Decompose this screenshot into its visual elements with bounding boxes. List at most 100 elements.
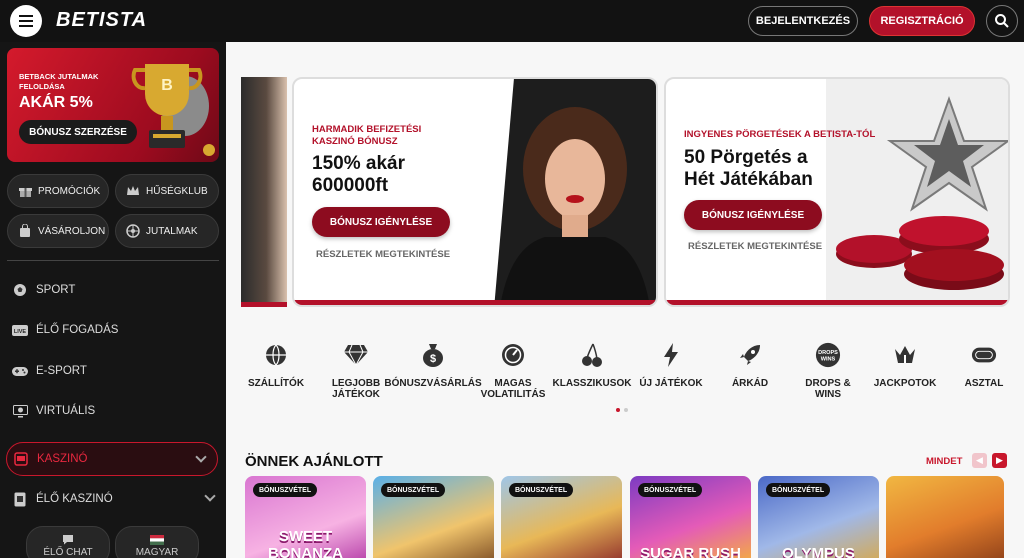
banner-card-deposit-bonus[interactable]: HARMADIK BEFIZETÉSI KASZINÓ BÓNUSZ 150% … bbox=[292, 77, 658, 307]
svg-text:LIVE: LIVE bbox=[14, 329, 27, 335]
cards-icon bbox=[12, 491, 28, 507]
bonus-buy-badge: BÓNUSZVÉTEL bbox=[509, 483, 574, 497]
game-tile[interactable]: BÓNUSZVÉTEL SWEET BONANZA bbox=[245, 476, 366, 558]
promotions-button[interactable]: PROMÓCIÓK bbox=[7, 174, 109, 208]
gamepad-icon bbox=[12, 363, 28, 379]
login-button[interactable]: BEJELENTKEZÉS bbox=[748, 6, 858, 36]
category-new-games[interactable]: ÚJ JÁTÉKOK bbox=[635, 342, 707, 389]
chat-icon bbox=[63, 535, 73, 545]
category-label: ÁRKÁD bbox=[731, 378, 769, 389]
details-link[interactable]: RÉSZLETEK MEGTEKINTÉSE bbox=[688, 241, 822, 252]
category-bonus-buy[interactable]: $ BÓNUSZVÁSÁRLÁS bbox=[384, 342, 482, 389]
rocket-icon bbox=[737, 342, 763, 368]
sidebar-item-label: E-SPORT bbox=[36, 365, 87, 377]
promo-small-text: BETBACK JUTALMAK FELOLDÁSA bbox=[19, 72, 99, 91]
virtual-icon bbox=[12, 403, 28, 419]
category-label: JACKPOTOK bbox=[873, 378, 937, 389]
banner-card-partial[interactable] bbox=[241, 77, 287, 307]
wheel-icon bbox=[126, 224, 140, 238]
language-button[interactable]: MAGYAR bbox=[115, 526, 199, 558]
sidebar-item-casino[interactable]: KASZINÓ bbox=[6, 442, 218, 476]
logo[interactable]: BETISTA bbox=[56, 9, 147, 32]
gift-icon bbox=[18, 184, 32, 198]
carousel-dots bbox=[616, 408, 628, 412]
carousel-dot-active[interactable] bbox=[616, 408, 620, 412]
game-tile[interactable]: BÓNUSZVÉTEL SUGAR RUSH bbox=[630, 476, 751, 558]
see-all-link[interactable]: MINDET bbox=[926, 456, 962, 467]
category-arcade[interactable]: ÁRKÁD bbox=[714, 342, 786, 389]
table-icon bbox=[971, 342, 997, 368]
game-tile[interactable]: BÓNUSZVÉTEL bbox=[501, 476, 622, 558]
shop-label: VÁSÁROLJON bbox=[38, 225, 106, 237]
banner-woman-image bbox=[500, 107, 650, 305]
banner-pre-title: HARMADIK BEFIZETÉSI KASZINÓ BÓNUSZ bbox=[312, 124, 422, 147]
top-bar: BETISTA BEJELENTKEZÉS REGISZTRÁCIÓ bbox=[0, 0, 1024, 42]
register-button[interactable]: REGISZTRÁCIÓ bbox=[869, 6, 975, 36]
category-providers[interactable]: SZÁLLÍTÓK bbox=[240, 342, 312, 389]
shop-button[interactable]: VÁSÁROLJON bbox=[7, 214, 109, 248]
category-top-games[interactable]: LEGJOBB JÁTÉKOK bbox=[320, 342, 392, 400]
game-tile[interactable]: BÓNUSZVÉTEL bbox=[373, 476, 494, 558]
money-bag-icon: $ bbox=[420, 342, 446, 368]
carousel-dot[interactable] bbox=[624, 408, 628, 412]
globe-icon bbox=[263, 342, 289, 368]
chevron-down-icon bbox=[204, 490, 216, 502]
svg-text:B: B bbox=[161, 77, 173, 94]
betback-promo-banner[interactable]: BETBACK JUTALMAK FELOLDÁSA AKÁR 5% BÓNUS… bbox=[7, 48, 219, 162]
chevron-left-icon: ◀ bbox=[976, 455, 983, 465]
gauge-icon bbox=[500, 342, 526, 368]
sidebar-item-sport[interactable]: SPORT bbox=[0, 273, 226, 307]
bonus-buy-badge: BÓNUSZVÉTEL bbox=[381, 483, 446, 497]
category-jackpots[interactable]: JACKPOTOK bbox=[869, 342, 941, 389]
sidebar: BETBACK JUTALMAK FELOLDÁSA AKÁR 5% BÓNUS… bbox=[0, 42, 226, 558]
category-classics[interactable]: KLASSZIKUSOK bbox=[553, 342, 631, 389]
chevron-down-icon bbox=[195, 451, 207, 463]
category-high-volatility[interactable]: MAGAS VOLATILITÁS bbox=[477, 342, 549, 400]
game-title: SWEET BONANZA bbox=[268, 528, 343, 558]
svg-text:$: $ bbox=[430, 353, 436, 365]
claim-bonus-button[interactable]: BÓNUSZ IGÉNYLÉSE bbox=[312, 207, 450, 237]
banner-pre-title: INGYENES PÖRGETÉSEK A BETISTA-TÓL bbox=[684, 129, 876, 140]
game-tile[interactable]: BÓNUSZVÉTEL OLYMPUS bbox=[758, 476, 879, 558]
svg-text:DROPS: DROPS bbox=[818, 350, 838, 356]
bonus-buy-badge: BÓNUSZVÉTEL bbox=[253, 483, 318, 497]
banner-title-line2: 600000ft bbox=[312, 175, 389, 196]
rewards-button[interactable]: JUTALMAK bbox=[115, 214, 219, 248]
category-drops-wins[interactable]: DROPS WINS DROPS & WINS bbox=[792, 342, 864, 400]
category-bar: SZÁLLÍTÓK LEGJOBB JÁTÉKOK $ BÓNUSZVÁSÁRL… bbox=[238, 342, 1024, 417]
sidebar-item-live-betting[interactable]: LIVE ÉLŐ FOGADÁS bbox=[0, 313, 226, 347]
lightning-icon bbox=[658, 342, 684, 368]
banner-chips-star-image bbox=[836, 96, 1008, 290]
search-button[interactable] bbox=[986, 5, 1018, 37]
banner-title-line2: Hét Játékában bbox=[684, 169, 813, 190]
sidebar-item-esport[interactable]: E-SPORT bbox=[0, 354, 226, 388]
category-label: ASZTAL bbox=[964, 378, 1004, 389]
hamburger-menu-button[interactable] bbox=[10, 5, 42, 37]
loyalty-club-button[interactable]: HŰSÉGKLUB bbox=[115, 174, 219, 208]
loyalty-club-label: HŰSÉGKLUB bbox=[146, 185, 208, 197]
category-table[interactable]: ASZTAL bbox=[948, 342, 1020, 389]
slot-icon bbox=[13, 451, 29, 467]
live-chat-button[interactable]: ÉLŐ CHAT bbox=[26, 526, 110, 558]
banner-card-free-spins[interactable]: INGYENES PÖRGETÉSEK A BETISTA-TÓL 50 Pör… bbox=[664, 77, 1010, 307]
section-title-recommended: ÖNNEK AJÁNLOTT bbox=[245, 453, 383, 470]
game-tile[interactable] bbox=[886, 476, 1004, 558]
next-arrow-button[interactable]: ▶ bbox=[992, 453, 1007, 468]
rewards-label: JUTALMAK bbox=[146, 225, 198, 237]
sidebar-item-virtual[interactable]: VIRTUÁLIS bbox=[0, 394, 226, 428]
banner-title-line1: 50 Pörgetés a bbox=[684, 147, 808, 168]
details-link[interactable]: RÉSZLETEK MEGTEKINTÉSE bbox=[316, 249, 450, 260]
bag-icon bbox=[18, 224, 32, 238]
live-chat-label: ÉLŐ CHAT bbox=[43, 547, 93, 558]
sidebar-item-live-casino[interactable]: ÉLŐ KASZINÓ bbox=[0, 482, 226, 516]
jackpot-icon bbox=[892, 342, 918, 368]
banner-image-partial bbox=[241, 77, 287, 307]
category-label: KLASSZIKUSOK bbox=[552, 378, 632, 389]
soccer-ball-icon bbox=[12, 282, 28, 298]
drops-wins-icon: DROPS WINS bbox=[815, 342, 841, 368]
prev-arrow-button[interactable]: ◀ bbox=[972, 453, 987, 468]
claim-bonus-button[interactable]: BÓNUSZ IGÉNYLÉSE bbox=[684, 200, 822, 230]
promo-big-text: AKÁR 5% bbox=[19, 94, 93, 111]
category-label: LEGJOBB JÁTÉKOK bbox=[331, 378, 381, 400]
diamond-icon bbox=[343, 342, 369, 368]
